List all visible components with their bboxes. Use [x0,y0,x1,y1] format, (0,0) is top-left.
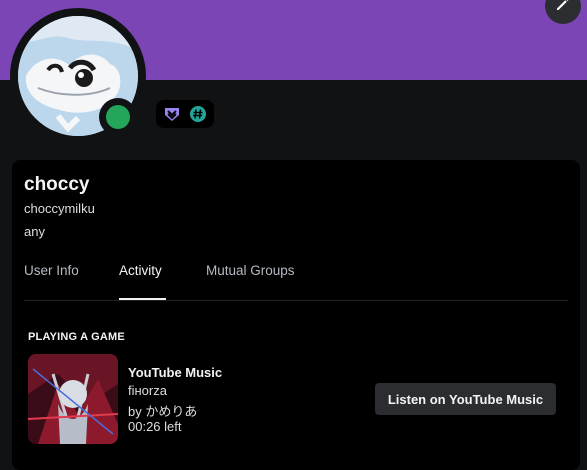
song-artist: by かめりあ [128,404,198,419]
tab-activity[interactable]: Activity [119,263,162,278]
hypesquad-icon[interactable] [162,104,182,124]
activity-app-name: YouTube Music [128,365,223,380]
listen-on-youtube-music-button[interactable]: Listen on YouTube Music [375,383,556,415]
pencil-icon [555,0,571,17]
tabs-divider [24,300,568,301]
username[interactable]: choccymilku [24,201,95,216]
online-status-icon [106,105,130,129]
pronouns: any [24,224,45,239]
activity-section-title: PLAYING A GAME [28,331,125,343]
album-art[interactable] [28,354,118,444]
time-left: 00:26 left [128,419,182,434]
profile-badges [156,100,214,128]
tab-user-info[interactable]: User Info [24,263,79,278]
display-name: choccy [24,174,90,195]
song-title: fiнorza [128,383,167,398]
tab-mutual-groups[interactable]: Mutual Groups [206,263,295,278]
hashtag-icon[interactable] [188,104,208,124]
